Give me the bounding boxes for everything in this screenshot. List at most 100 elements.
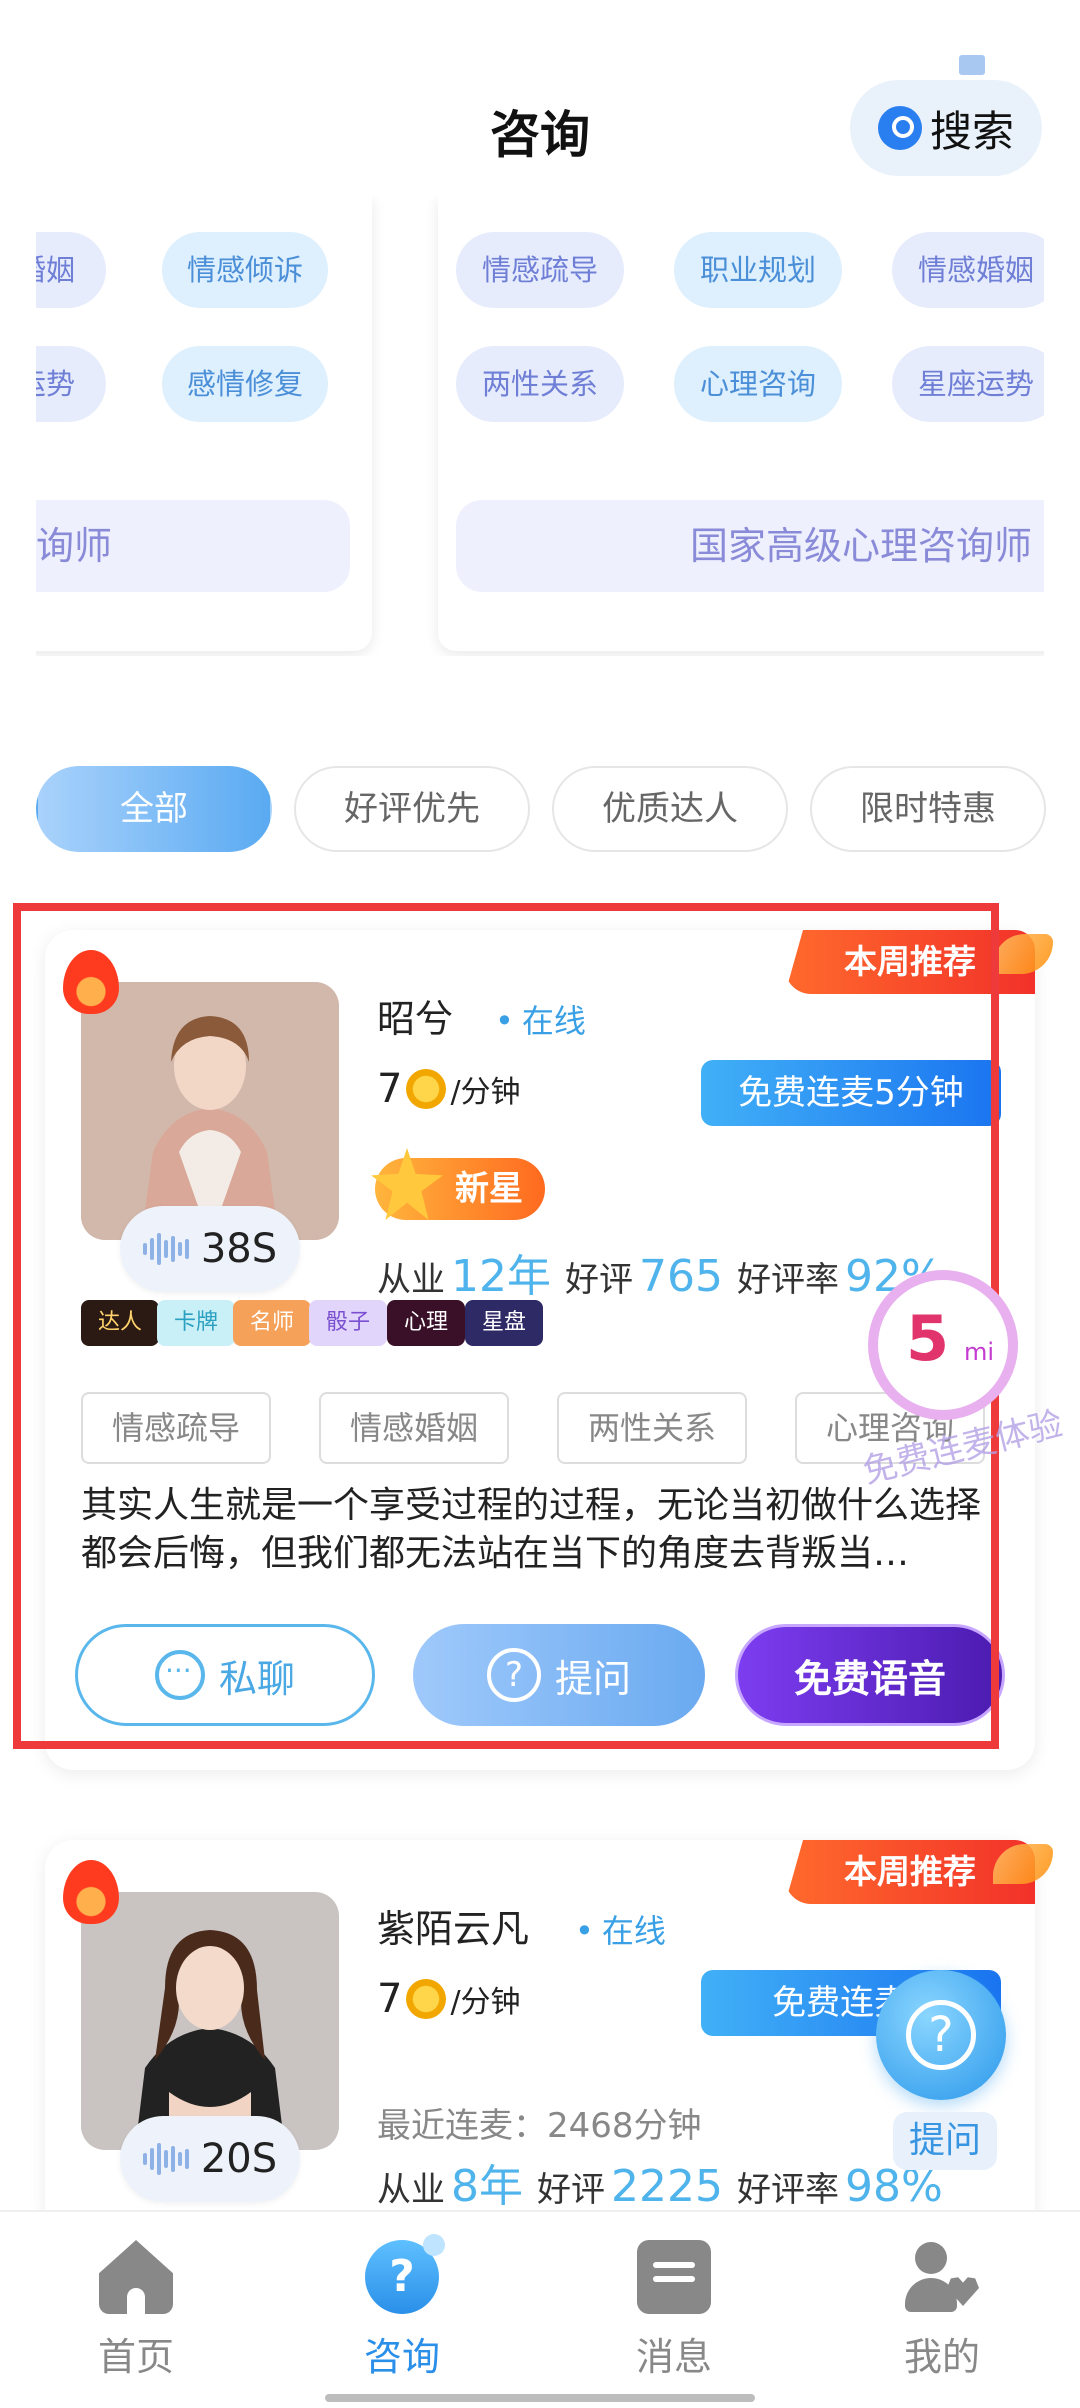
tab-all[interactable]: 全部 <box>36 766 272 852</box>
level-badge: 新星 <box>371 1148 545 1220</box>
badge-astrology: 星盘 <box>465 1300 543 1346</box>
free-minutes-promo[interactable]: 5 mi <box>868 1270 1018 1420</box>
banner-tag[interactable]: 情感倾诉 <box>162 232 328 308</box>
price: 7 /分钟 <box>377 1066 521 1112</box>
tab-top-rated[interactable]: 好评优先 <box>294 766 530 852</box>
skill-tag: 情感婚姻 <box>319 1392 509 1464</box>
ask-label: 提问 <box>554 1656 631 1701</box>
nav-label: 我的 <box>903 2335 980 2379</box>
consultant-name: 昭兮 <box>377 997 454 1041</box>
voice-intro-button[interactable]: 38S <box>120 1206 300 1292</box>
stat-label: 好评率 <box>736 2170 839 2210</box>
coin-icon <box>406 1979 447 2019</box>
status-indicator <box>959 55 985 75</box>
online-status: 在线 <box>495 996 586 1042</box>
message-icon <box>637 2240 711 2314</box>
nav-label: 咨询 <box>363 2335 440 2379</box>
tab-quality-experts[interactable]: 优质达人 <box>552 766 788 852</box>
banner-tag[interactable]: 感情修复 <box>162 346 328 422</box>
search-label: 搜索 <box>929 106 1014 156</box>
promo-number: 5 <box>906 1302 950 1375</box>
stat-label: 好评 <box>537 2170 605 2210</box>
private-chat-button[interactable]: 私聊 <box>75 1624 375 1726</box>
stat-reviews: 765 <box>639 1251 723 1302</box>
voice-intro-button[interactable]: 20S <box>120 2116 300 2202</box>
private-chat-label: 私聊 <box>218 1656 295 1701</box>
banner-tag[interactable]: 情感疏导 <box>456 232 624 308</box>
badge-psychology: 心理 <box>387 1300 465 1346</box>
stat-reviews: 2225 <box>611 2161 723 2212</box>
stat-experience: 12年 <box>451 1251 551 1302</box>
home-indicator[interactable] <box>325 2394 755 2402</box>
question-icon: ? <box>906 2000 976 2070</box>
stat-label: 好评 <box>565 1260 633 1300</box>
ask-question-button[interactable]: ? 提问 <box>413 1624 705 1726</box>
floating-ask-button[interactable]: ? <box>876 1970 1006 2100</box>
promo-unit: mi <box>964 1338 995 1366</box>
banner-card-right[interactable]: 情感疏导 职业规划 情感婚姻 两性关系 心理咨询 星座运势 国家高级心理咨询师 <box>438 196 1044 651</box>
price: 7 /分钟 <box>377 1976 521 2022</box>
badge-dice: 骰子 <box>309 1300 387 1346</box>
banner-footer: 询师 <box>36 500 350 592</box>
banner-tag[interactable]: 情感婚姻 <box>892 232 1044 308</box>
home-icon <box>99 2240 173 2314</box>
audio-wave-icon <box>142 2143 189 2175</box>
consult-question-icon: ? <box>365 2234 445 2314</box>
nav-label: 首页 <box>97 2335 174 2379</box>
price-value: 7 <box>377 1066 403 1112</box>
star-icon <box>371 1148 443 1220</box>
skill-tag: 两性关系 <box>557 1392 747 1464</box>
profile-icon <box>905 2240 979 2314</box>
filter-tabs: 全部 好评优先 优质达人 限时特惠 <box>36 766 1080 852</box>
banner-footer: 国家高级心理咨询师 <box>456 500 1044 592</box>
category-banners: 婚姻 情感倾诉 运势 感情修复 询师 情感疏导 职业规划 情感婚姻 两性关系 心… <box>36 196 1044 656</box>
voice-duration: 20S <box>200 2136 278 2182</box>
stat-label: 从业 <box>377 1260 445 1300</box>
consultant-stats: 从业 8年 好评 2225 好评率 98% <box>377 2150 957 2214</box>
avatar[interactable] <box>81 982 339 1240</box>
recent-call-minutes: 最近连麦：2468分钟 <box>377 2106 702 2146</box>
tab-limited-offer[interactable]: 限时特惠 <box>810 766 1046 852</box>
badge-cards: 卡牌 <box>157 1300 235 1346</box>
online-status: 在线 <box>575 1906 666 1952</box>
nav-label: 消息 <box>635 2335 712 2379</box>
banner-tag[interactable]: 婚姻 <box>36 232 106 308</box>
stat-experience: 8年 <box>451 2161 523 2212</box>
nav-consult[interactable]: ? 咨询 <box>322 2234 482 2381</box>
price-unit: /分钟 <box>450 1985 521 2020</box>
floating-ask-label[interactable]: 提问 <box>893 2112 997 2170</box>
banner-tag[interactable]: 两性关系 <box>456 346 624 422</box>
consultant-stats: 从业 12年 好评 765 好评率 92% <box>377 1240 957 1304</box>
stat-label: 好评率 <box>736 1260 839 1300</box>
banner-card-left[interactable]: 婚姻 情感倾诉 运势 感情修复 询师 <box>36 196 372 651</box>
free-call-offer-button[interactable]: 免费连麦5分钟 <box>701 1060 1001 1126</box>
badge-expert: 达人 <box>81 1300 159 1346</box>
free-voice-button[interactable]: 免费语音 <box>735 1624 1005 1726</box>
nav-home[interactable]: 首页 <box>56 2240 216 2381</box>
voice-duration: 38S <box>200 1226 278 1272</box>
nav-messages[interactable]: 消息 <box>594 2240 754 2381</box>
search-button[interactable]: 搜索 <box>850 80 1042 176</box>
audio-wave-icon <box>142 1233 189 1265</box>
badge-master: 名师 <box>233 1300 311 1346</box>
chat-bubble-icon <box>154 1650 205 1700</box>
search-icon <box>877 106 922 150</box>
banner-tag[interactable]: 星座运势 <box>892 346 1044 422</box>
skill-tag: 情感疏导 <box>81 1392 271 1464</box>
level-label: 新星 <box>455 1169 523 1209</box>
consultant-name: 紫陌云凡 <box>377 1907 530 1951</box>
price-unit: /分钟 <box>450 1075 521 1110</box>
nav-me[interactable]: 我的 <box>862 2240 1022 2381</box>
top-bar: 咨询 搜索 <box>0 0 1080 190</box>
question-icon: ? <box>486 1648 541 1702</box>
banner-tag[interactable]: 心理咨询 <box>674 346 842 422</box>
bottom-nav: 首页 ? 咨询 消息 我的 <box>0 2210 1080 2408</box>
banner-tag[interactable]: 职业规划 <box>674 232 842 308</box>
heart-icon <box>947 2277 979 2306</box>
hot-icon <box>63 1860 119 1924</box>
hot-icon <box>63 950 119 1014</box>
coin-icon <box>406 1069 447 1109</box>
stat-label: 从业 <box>377 2170 445 2210</box>
avatar[interactable] <box>81 1892 339 2150</box>
banner-tag[interactable]: 运势 <box>36 346 106 422</box>
